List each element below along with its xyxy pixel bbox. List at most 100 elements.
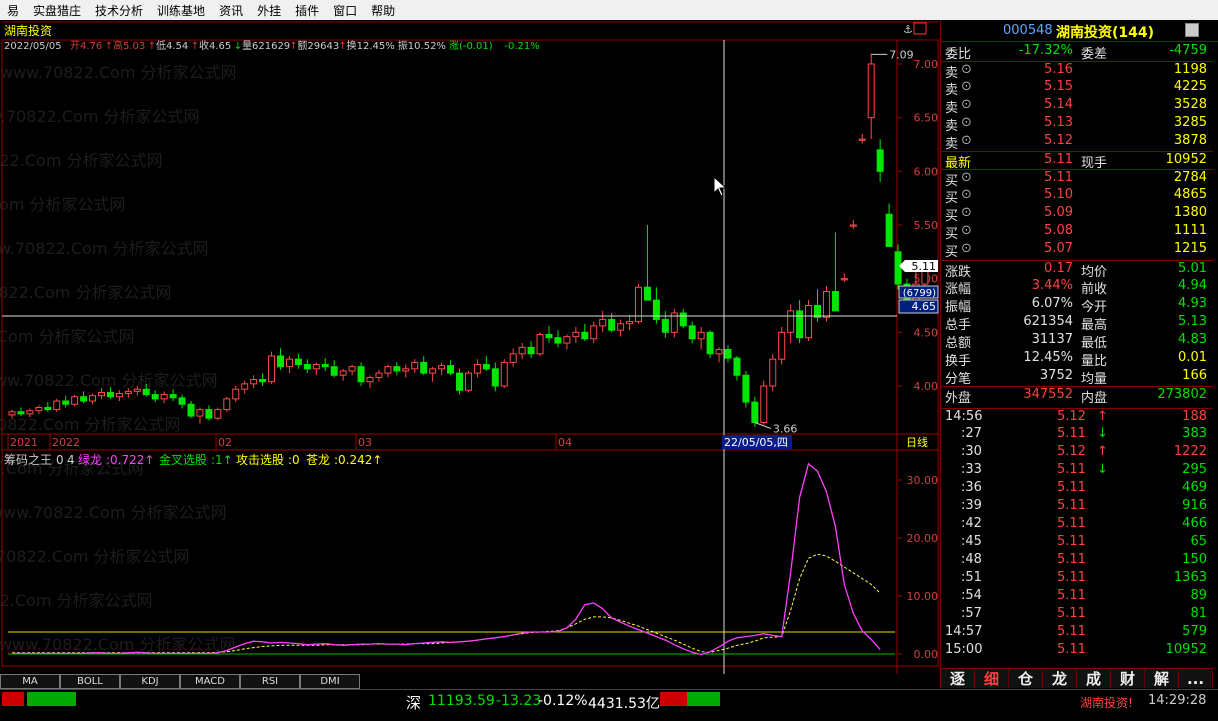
- candle: [124, 390, 132, 395]
- tick-price: 5.11: [1057, 642, 1086, 657]
- tick-row: :33 5.11 ↓ 295: [941, 462, 1213, 480]
- menu-item-0[interactable]: 易: [0, 2, 26, 19]
- candle: [411, 361, 419, 370]
- chart-area[interactable]: www.70822.Com 分析家公式网 www.70822.Com 分析家公式网…: [0, 20, 940, 674]
- tick-row: :42 5.11 466: [941, 516, 1213, 534]
- candle: [142, 388, 150, 396]
- candle: [831, 291, 839, 312]
- price-axis-label: 4.00: [914, 380, 939, 393]
- side-tab-6[interactable]: 解: [1145, 669, 1179, 688]
- tick-vol: 295: [1182, 462, 1207, 477]
- menu-item-1[interactable]: 实盘猎庄: [26, 2, 88, 19]
- candle: [796, 310, 804, 339]
- tick-price: 5.11: [1057, 534, 1086, 549]
- info-arrow: ↑: [191, 41, 199, 52]
- watermark-text: www.70822.Com 分析家公式网: [0, 327, 135, 346]
- buy-price: 5.10: [1044, 187, 1073, 202]
- side-tab-0[interactable]: 逐: [941, 669, 975, 688]
- candle: [849, 224, 857, 227]
- side-tab-2[interactable]: 仓: [1009, 669, 1043, 688]
- menu-item-4[interactable]: 资讯: [212, 2, 250, 19]
- candle: [268, 355, 276, 383]
- sell-price: 5.12: [1044, 133, 1073, 148]
- candle: [590, 325, 598, 340]
- tick-vol: 188: [1182, 409, 1207, 424]
- tick-row: 14:57 5.11 579: [941, 624, 1213, 642]
- tab-dmi[interactable]: DMI: [300, 674, 360, 689]
- stat-row: 涨跌 0.17 均价 5.01: [941, 260, 1213, 280]
- candle: [17, 411, 25, 415]
- tick-arrow: ↓: [1097, 426, 1108, 441]
- candle: [456, 372, 463, 391]
- ind-info-gj_label: 攻击选股: [236, 453, 284, 467]
- candle: [330, 366, 338, 376]
- sell-dot-icon: ⊙: [961, 133, 972, 148]
- weibi-value: -17.32%: [1018, 43, 1073, 58]
- info-arrow: ↑: [148, 41, 156, 52]
- buy-label: 买: [945, 245, 959, 260]
- menu-item-7[interactable]: 窗口: [326, 2, 364, 19]
- side-tab-7[interactable]: ...: [1179, 669, 1213, 688]
- candle: [688, 325, 696, 340]
- watermark-text: www.70822.Com 分析家公式网: [0, 107, 200, 126]
- toolbox-icon[interactable]: [1185, 23, 1199, 37]
- price-axis-label: 5.50: [914, 219, 939, 232]
- candle: [348, 366, 356, 372]
- tab-kdj[interactable]: KDJ: [120, 674, 180, 689]
- info-open: 4.76: [80, 41, 102, 52]
- tick-arrow: ↓: [1097, 462, 1108, 477]
- tab-ma[interactable]: MA: [0, 674, 60, 689]
- ticker-label[interactable]: 湖南投资!: [1080, 694, 1133, 711]
- tab-boll[interactable]: BOLL: [60, 674, 120, 689]
- tick-time: 14:57: [945, 624, 983, 639]
- candle: [277, 355, 284, 368]
- candle: [545, 333, 553, 339]
- chart-stock-name: 湖南投资: [4, 23, 52, 38]
- waipan-row: 外盘 347552 内盘 273802: [941, 386, 1213, 406]
- stat-value-2: 4.94: [1178, 278, 1207, 293]
- tab-rsi[interactable]: RSI: [240, 674, 300, 689]
- time-axis-label: 03: [358, 436, 372, 449]
- menu-item-6[interactable]: 插件: [288, 2, 326, 19]
- side-tab-1[interactable]: 细: [975, 669, 1009, 688]
- side-tab-3[interactable]: 龙: [1043, 669, 1077, 688]
- stat-value-2: 5.13: [1178, 314, 1207, 329]
- candle: [447, 365, 455, 374]
- menu-item-5[interactable]: 外挂: [250, 2, 288, 19]
- buy-price: 5.07: [1044, 241, 1073, 256]
- indicator-tabs: MA BOLL KDJ MACD RSI DMI: [0, 674, 360, 689]
- index-change: -13.23: [496, 693, 542, 709]
- menu-item-2[interactable]: 技术分析: [88, 2, 150, 19]
- info-close: 4.65: [209, 41, 231, 52]
- info-change_label: 涨: [449, 40, 459, 52]
- candle: [205, 409, 213, 419]
- tick-vol: 466: [1182, 516, 1207, 531]
- candle: [509, 353, 517, 363]
- stat-row: 涨幅 3.44% 前收 4.94: [941, 278, 1213, 297]
- side-tab-5[interactable]: 财: [1111, 669, 1145, 688]
- stat-value-2: 5.01: [1178, 261, 1207, 276]
- tick-price: 5.11: [1057, 516, 1086, 531]
- watermark-text: www.70822.Com 分析家公式网: [0, 63, 237, 82]
- sell-label: 卖: [945, 137, 959, 152]
- tick-time: 15:00: [945, 642, 983, 657]
- tick-price: 5.11: [1057, 606, 1086, 621]
- candle: [652, 299, 660, 320]
- stat-value-1: 6.07%: [1031, 296, 1073, 311]
- tab-macd[interactable]: MACD: [180, 674, 240, 689]
- tick-row: 14:56 5.12 ↑ 188: [941, 408, 1213, 426]
- candle: [894, 251, 902, 285]
- stat-row: 振幅 6.07% 今开 4.93: [941, 296, 1213, 315]
- stat-value-2: 0.01: [1178, 350, 1207, 365]
- candle: [178, 397, 186, 405]
- cross-value-1: (6799): [903, 288, 936, 299]
- candle: [71, 396, 79, 405]
- tick-vol: 10952: [1165, 642, 1207, 657]
- menu-item-8[interactable]: 帮助: [364, 2, 402, 19]
- menu-item-3[interactable]: 训练基地: [150, 2, 212, 19]
- anchor-icon[interactable]: ⚓: [903, 23, 913, 36]
- stat-value-1: 31137: [1031, 332, 1073, 347]
- side-tab-4[interactable]: 成: [1077, 669, 1111, 688]
- weicha-label: 委差: [1081, 47, 1108, 62]
- stat-label-1: 总手: [945, 318, 972, 333]
